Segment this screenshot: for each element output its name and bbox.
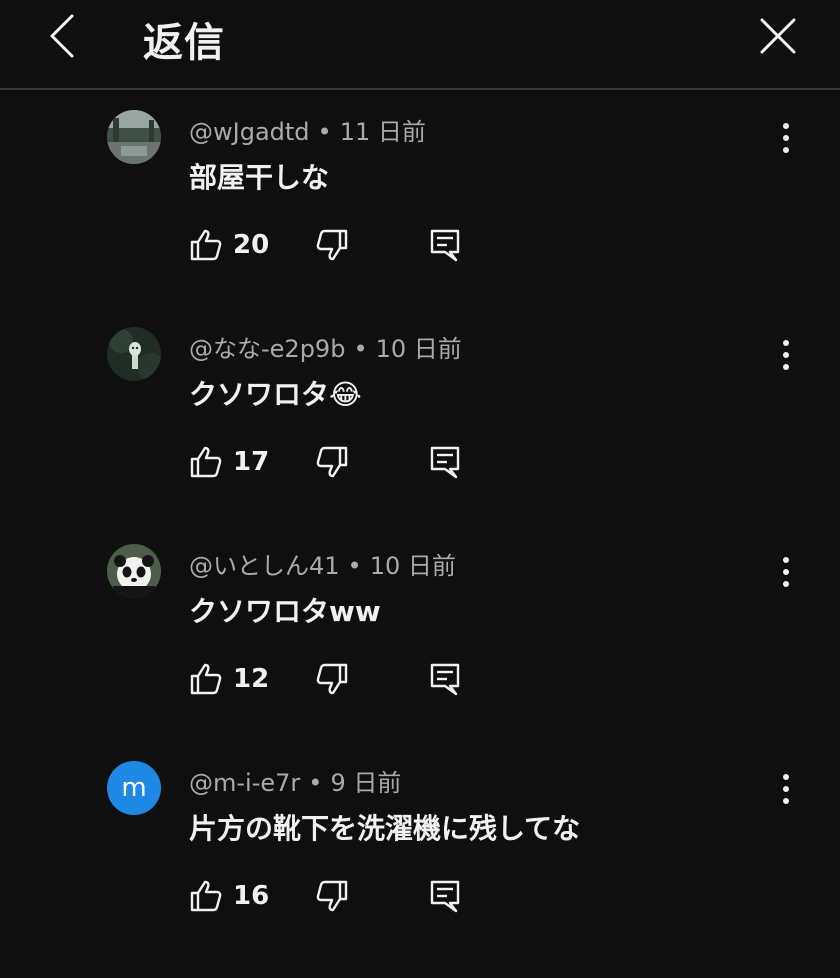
thumbs-up-icon[interactable]: [189, 228, 223, 262]
comment-author[interactable]: @いとしん41: [189, 552, 340, 580]
reply-icon[interactable]: [429, 662, 461, 696]
back-arrow-icon[interactable]: [44, 12, 84, 60]
comment-actions: 16: [189, 879, 489, 919]
comment-item: @いとしん41 • 10 日前 クソワロタww 12: [0, 544, 840, 761]
thumbs-down-icon[interactable]: [315, 445, 349, 479]
page-title: 返信: [143, 20, 225, 66]
comment-time: 10 日前: [369, 552, 456, 580]
comment-author[interactable]: @なな-e2p9b: [189, 335, 345, 363]
comment-actions: 17: [189, 445, 489, 485]
avatar[interactable]: m: [107, 761, 161, 815]
comment-item: m @m-i-e7r • 9 日前 片方の靴下を洗濯機に残してな 16: [0, 761, 840, 978]
reply-icon[interactable]: [429, 445, 461, 479]
meta-separator: •: [308, 769, 323, 797]
meta-separator: •: [353, 335, 368, 363]
like-count: 17: [233, 447, 270, 477]
header: 返信: [0, 0, 840, 90]
comment-time: 10 日前: [375, 335, 462, 363]
comment-text: 片方の靴下を洗濯機に残してな: [189, 812, 581, 845]
comment-actions: 20: [189, 228, 489, 268]
comment-meta: @m-i-e7r • 9 日前: [189, 763, 401, 798]
avatar[interactable]: [107, 110, 161, 164]
like-count: 16: [233, 881, 270, 911]
comment-meta: @いとしん41 • 10 日前: [189, 546, 456, 581]
thumbs-down-icon[interactable]: [315, 879, 349, 913]
comment-item: @なな-e2p9b • 10 日前 クソワロタ😂 17: [0, 327, 840, 544]
more-options-icon[interactable]: [776, 122, 796, 154]
comment-text: クソワロタ😂: [189, 378, 362, 411]
thumbs-up-icon[interactable]: [189, 879, 223, 913]
more-options-icon[interactable]: [776, 339, 796, 371]
close-icon[interactable]: [758, 16, 798, 56]
thumbs-up-icon[interactable]: [189, 662, 223, 696]
avatar[interactable]: [107, 327, 161, 381]
comment-author[interactable]: @wJgadtd: [189, 118, 310, 146]
more-options-icon[interactable]: [776, 773, 796, 805]
comment-item: @wJgadtd • 11 日前 部屋干しな 20: [0, 110, 840, 327]
meta-separator: •: [347, 552, 362, 580]
like-count: 12: [233, 664, 270, 694]
comment-author[interactable]: @m-i-e7r: [189, 769, 300, 797]
comment-meta: @なな-e2p9b • 10 日前: [189, 329, 462, 364]
avatar[interactable]: [107, 544, 161, 598]
more-options-icon[interactable]: [776, 556, 796, 588]
comment-text: クソワロタww: [189, 595, 381, 628]
thumbs-down-icon[interactable]: [315, 662, 349, 696]
comment-actions: 12: [189, 662, 489, 702]
thumbs-up-icon[interactable]: [189, 445, 223, 479]
reply-icon[interactable]: [429, 879, 461, 913]
meta-separator: •: [317, 118, 332, 146]
like-count: 20: [233, 230, 270, 260]
comment-time: 11 日前: [339, 118, 426, 146]
comment-text: 部屋干しな: [189, 161, 330, 194]
reply-icon[interactable]: [429, 228, 461, 262]
comment-meta: @wJgadtd • 11 日前: [189, 112, 426, 147]
comment-time: 9 日前: [330, 769, 402, 797]
thumbs-down-icon[interactable]: [315, 228, 349, 262]
